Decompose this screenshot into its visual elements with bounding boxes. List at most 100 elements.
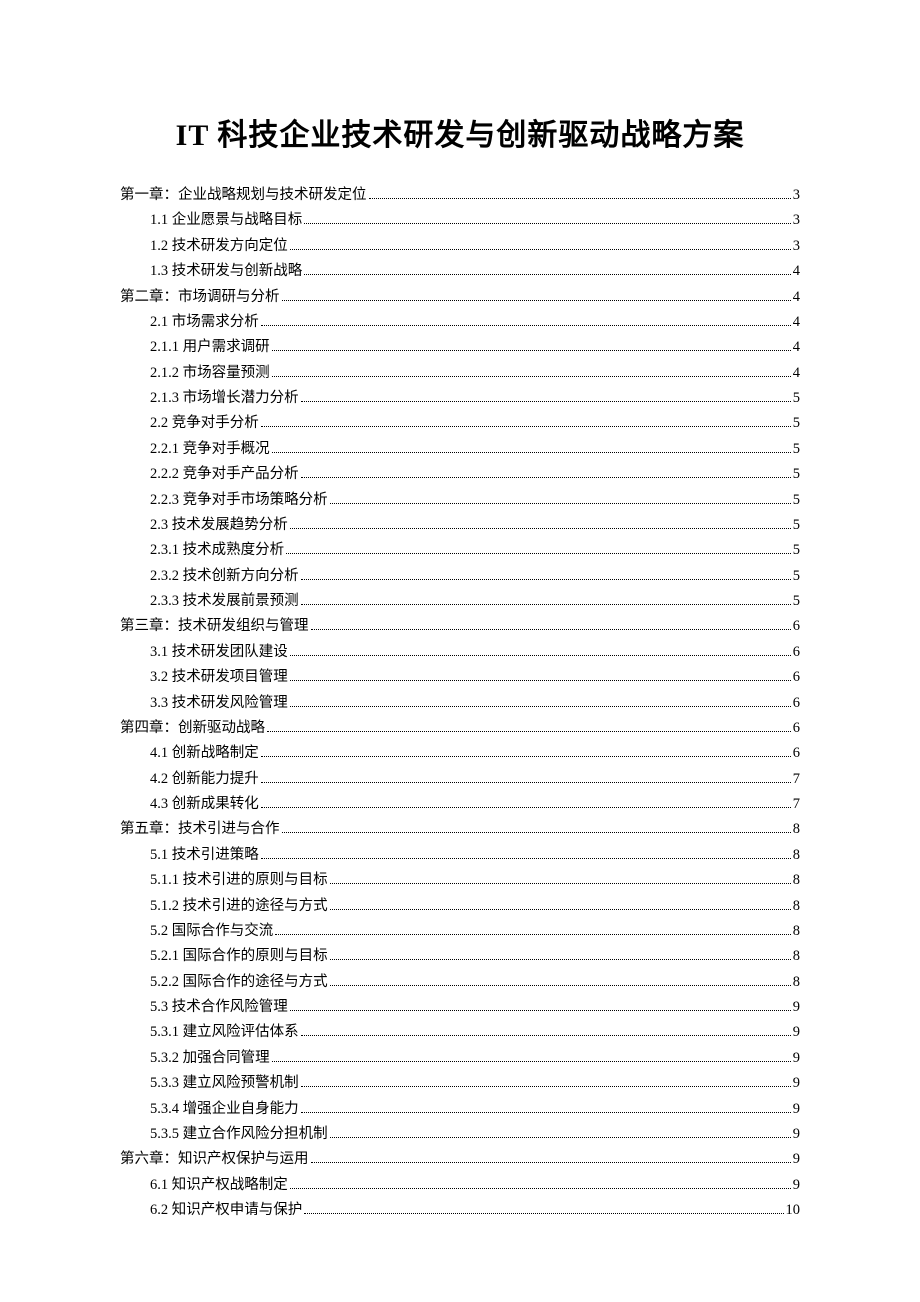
toc-entry-page: 5 xyxy=(793,539,800,562)
toc-entry-label: 第六章：知识产权保护与运用 xyxy=(120,1148,309,1171)
toc-leader-dots xyxy=(301,477,791,478)
toc-entry-page: 6 xyxy=(793,641,800,664)
toc-entry-label: 2.2.1 竞争对手概况 xyxy=(150,438,270,461)
toc-entry[interactable]: 第二章：市场调研与分析4 xyxy=(120,286,800,309)
toc-entry[interactable]: 5.3.1 建立风险评估体系9 xyxy=(120,1021,800,1044)
toc-entry[interactable]: 2.1.1 用户需求调研 4 xyxy=(120,336,800,359)
toc-entry-label: 5.1.2 技术引进的途径与方式 xyxy=(150,895,328,918)
toc-entry[interactable]: 2.2.1 竞争对手概况 5 xyxy=(120,438,800,461)
toc-entry[interactable]: 6.2 知识产权申请与保护 10 xyxy=(120,1199,800,1222)
toc-entry-page: 7 xyxy=(793,793,800,816)
toc-entry[interactable]: 2.2 竞争对手分析5 xyxy=(120,412,800,435)
toc-entry[interactable]: 6.1 知识产权战略制定 9 xyxy=(120,1174,800,1197)
toc-leader-dots xyxy=(272,452,791,453)
toc-entry-label: 1.2 技术研发方向定位 xyxy=(150,235,288,258)
toc-entry[interactable]: 4.1 创新战略制定6 xyxy=(120,742,800,765)
toc-entry[interactable]: 第四章：创新驱动战略6 xyxy=(120,717,800,740)
toc-leader-dots xyxy=(272,376,791,377)
toc-entry[interactable]: 5.1.1 技术引进的原则与目标8 xyxy=(120,869,800,892)
toc-entry-page: 5 xyxy=(793,590,800,613)
toc-leader-dots xyxy=(290,706,791,707)
toc-entry-label: 5.2.2 国际合作的途径与方式 xyxy=(150,971,328,994)
toc-entry-page: 4 xyxy=(793,260,800,283)
toc-entry-page: 5 xyxy=(793,489,800,512)
toc-entry-label: 5.1 技术引进策略 xyxy=(150,844,259,867)
toc-leader-dots xyxy=(282,832,791,833)
toc-leader-dots xyxy=(272,1061,791,1062)
toc-leader-dots xyxy=(330,959,791,960)
toc-entry[interactable]: 2.1 市场需求分析4 xyxy=(120,311,800,334)
toc-entry[interactable]: 2.1.2 市场容量预测 4 xyxy=(120,362,800,385)
toc-entry[interactable]: 5.2.1 国际合作的原则与目标8 xyxy=(120,945,800,968)
toc-entry[interactable]: 2.3.1 技术成熟度分析5 xyxy=(120,539,800,562)
toc-leader-dots xyxy=(272,350,791,351)
toc-entry-label: 2.1.2 市场容量预测 xyxy=(150,362,270,385)
toc-entry-label: 6.2 知识产权申请与保护 xyxy=(150,1199,302,1222)
toc-entry[interactable]: 5.1 技术引进策略8 xyxy=(120,844,800,867)
toc-entry[interactable]: 4.2 创新能力提升7 xyxy=(120,768,800,791)
toc-entry-page: 6 xyxy=(793,742,800,765)
toc-leader-dots xyxy=(311,629,791,630)
toc-entry-page: 5 xyxy=(793,387,800,410)
toc-entry-label: 第三章：技术研发组织与管理 xyxy=(120,615,309,638)
toc-entry-page: 3 xyxy=(793,235,800,258)
toc-entry-page: 10 xyxy=(786,1199,801,1222)
toc-entry[interactable]: 5.3.3 建立风险预警机制9 xyxy=(120,1072,800,1095)
toc-entry[interactable]: 2.1.3 市场增长潜力分析5 xyxy=(120,387,800,410)
toc-entry[interactable]: 2.3.2 技术创新方向分析5 xyxy=(120,565,800,588)
toc-entry-label: 2.3.3 技术发展前景预测 xyxy=(150,590,299,613)
toc-entry-label: 1.3 技术研发与创新战略 xyxy=(150,260,302,283)
toc-entry[interactable]: 5.3.2 加强合同管理9 xyxy=(120,1047,800,1070)
toc-entry[interactable]: 5.2 国际合作与交流8 xyxy=(120,920,800,943)
toc-entry[interactable]: 5.3.5 建立合作风险分担机制9 xyxy=(120,1123,800,1146)
toc-entry[interactable]: 2.3 技术发展趋势分析5 xyxy=(120,514,800,537)
toc-entry[interactable]: 第三章：技术研发组织与管理 6 xyxy=(120,615,800,638)
toc-entry-label: 第二章：市场调研与分析 xyxy=(120,286,280,309)
toc-entry-label: 6.1 知识产权战略制定 xyxy=(150,1174,288,1197)
toc-entry[interactable]: 4.3 创新成果转化7 xyxy=(120,793,800,816)
toc-leader-dots xyxy=(286,553,791,554)
toc-leader-dots xyxy=(290,655,791,656)
toc-entry[interactable]: 2.2.2 竞争对手产品分析5 xyxy=(120,463,800,486)
toc-entry-label: 3.1 技术研发团队建设 xyxy=(150,641,288,664)
toc-entry[interactable]: 2.3.3 技术发展前景预测 5 xyxy=(120,590,800,613)
toc-leader-dots xyxy=(301,1035,791,1036)
toc-entry[interactable]: 3.1 技术研发团队建设 6 xyxy=(120,641,800,664)
toc-entry[interactable]: 5.1.2 技术引进的途径与方式8 xyxy=(120,895,800,918)
toc-entry[interactable]: 2.2.3 竞争对手市场策略分析 5 xyxy=(120,489,800,512)
toc-leader-dots xyxy=(304,223,791,224)
toc-entry-page: 9 xyxy=(793,1174,800,1197)
toc-entry[interactable]: 1.3 技术研发与创新战略 4 xyxy=(120,260,800,283)
toc-entry[interactable]: 第一章：企业战略规划与技术研发定位3 xyxy=(120,184,800,207)
toc-leader-dots xyxy=(261,426,791,427)
toc-entry[interactable]: 第五章：技术引进与合作8 xyxy=(120,818,800,841)
toc-entry[interactable]: 5.2.2 国际合作的途径与方式 8 xyxy=(120,971,800,994)
toc-entry[interactable]: 1.2 技术研发方向定位 3 xyxy=(120,235,800,258)
toc-entry[interactable]: 3.2 技术研发项目管理6 xyxy=(120,666,800,689)
toc-entry-page: 8 xyxy=(793,971,800,994)
toc-entry-label: 5.3.4 增强企业自身能力 xyxy=(150,1098,299,1121)
toc-entry-label: 2.2.3 竞争对手市场策略分析 xyxy=(150,489,328,512)
toc-entry-page: 5 xyxy=(793,463,800,486)
toc-leader-dots xyxy=(261,782,791,783)
toc-leader-dots xyxy=(282,300,791,301)
toc-entry-page: 6 xyxy=(793,615,800,638)
toc-entry-label: 1.1 企业愿景与战略目标 xyxy=(150,209,302,232)
toc-leader-dots xyxy=(267,731,791,732)
toc-entry-page: 4 xyxy=(793,336,800,359)
toc-leader-dots xyxy=(330,909,791,910)
toc-entry-page: 8 xyxy=(793,869,800,892)
toc-leader-dots xyxy=(275,934,791,935)
toc-entry-page: 7 xyxy=(793,768,800,791)
toc-entry[interactable]: 1.1 企业愿景与战略目标3 xyxy=(120,209,800,232)
toc-leader-dots xyxy=(290,1188,791,1189)
toc-entry-page: 5 xyxy=(793,438,800,461)
toc-leader-dots xyxy=(301,1086,791,1087)
toc-entry-label: 2.1.1 用户需求调研 xyxy=(150,336,270,359)
toc-entry[interactable]: 3.3 技术研发风险管理6 xyxy=(120,692,800,715)
toc-entry[interactable]: 5.3 技术合作风险管理9 xyxy=(120,996,800,1019)
toc-entry-label: 5.3.3 建立风险预警机制 xyxy=(150,1072,299,1095)
toc-entry[interactable]: 5.3.4 增强企业自身能力9 xyxy=(120,1098,800,1121)
toc-entry[interactable]: 第六章：知识产权保护与运用9 xyxy=(120,1148,800,1171)
toc-entry-page: 4 xyxy=(793,362,800,385)
